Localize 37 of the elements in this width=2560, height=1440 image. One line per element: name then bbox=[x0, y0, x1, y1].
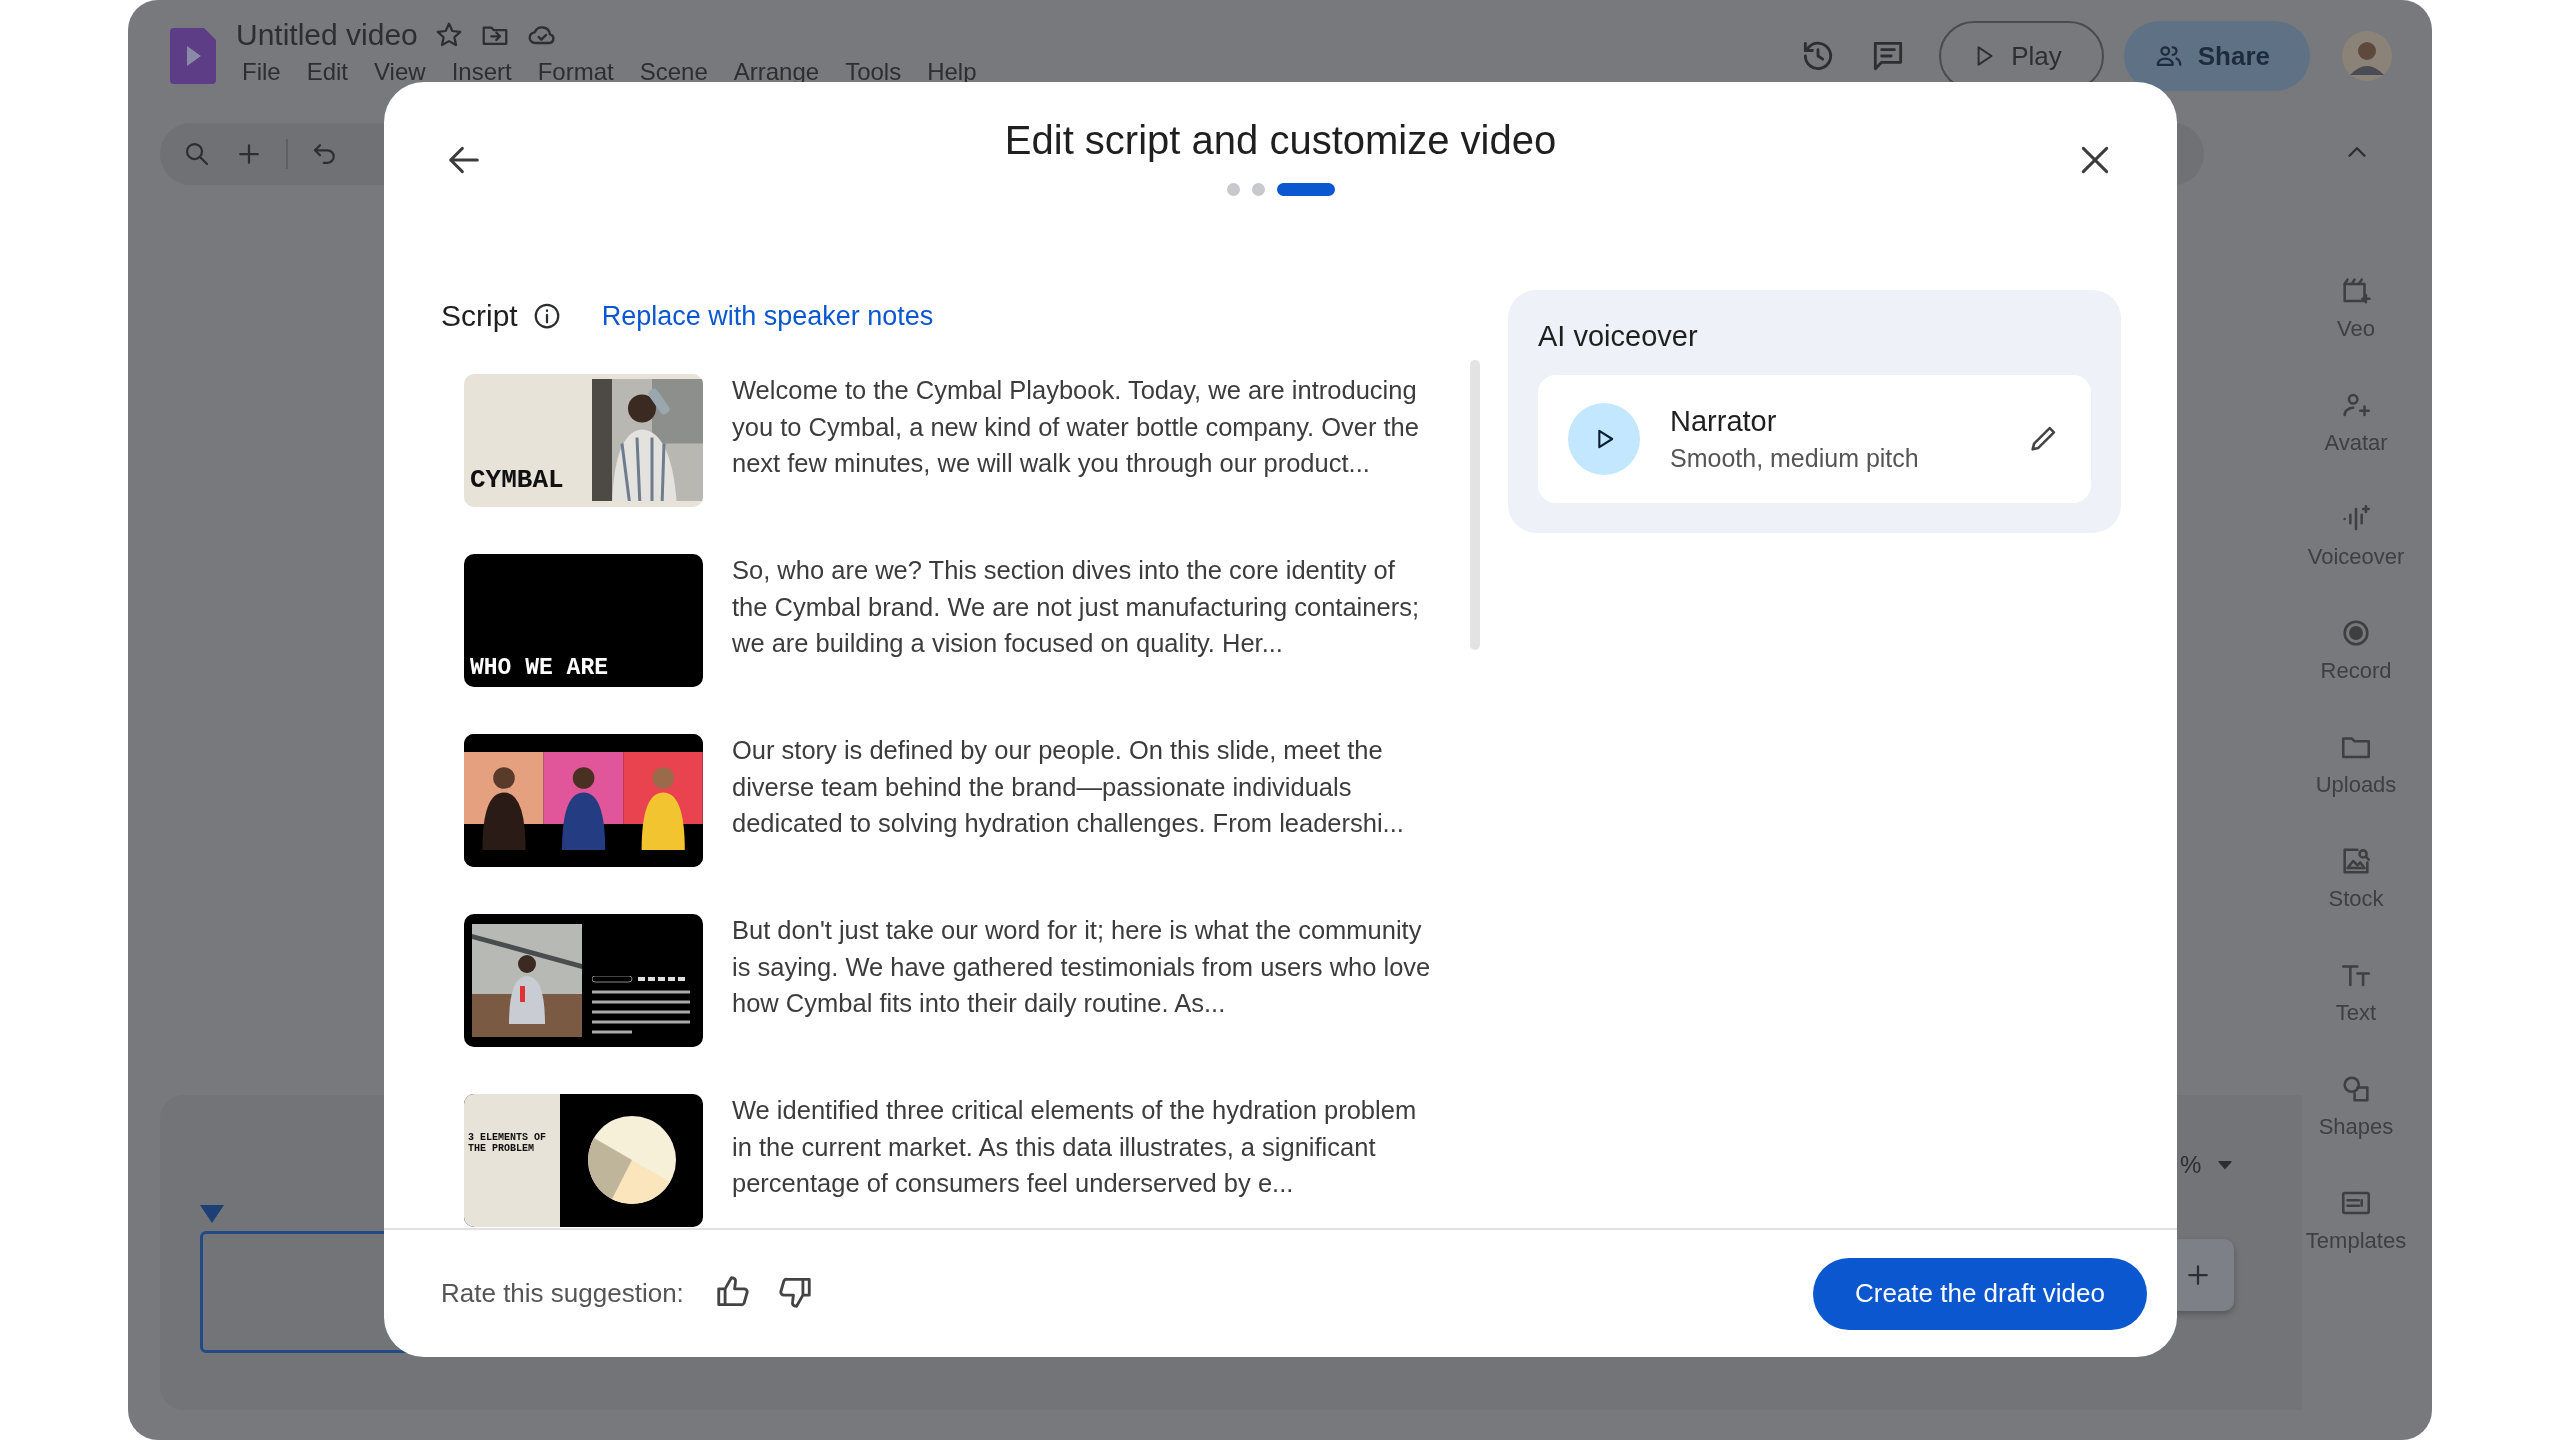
side-panel-item[interactable]: Record bbox=[2296, 616, 2416, 684]
script-text[interactable]: Welcome to the Cymbal Playbook. Today, we are introducing you to Cymbal, a new kind of water bottle company. Over the next few minutes, we will walk you through our product... bbox=[732, 374, 1432, 482]
menu-item[interactable]: File bbox=[242, 58, 281, 86]
script-text[interactable]: But don't just take our word for it; here is what the community is saying. We have gathered testimonials from users who love how Cymbal fits into their daily routine. As... bbox=[732, 912, 1432, 1022]
slide-title: CYMBAL bbox=[469, 465, 565, 497]
dialog-title: Edit script and customize video bbox=[1004, 118, 1557, 163]
menu-item[interactable]: Scene bbox=[639, 58, 708, 86]
menu-item[interactable]: View bbox=[374, 58, 426, 86]
script-label: Script bbox=[441, 299, 518, 333]
side-panel-item[interactable]: Stock bbox=[2296, 844, 2416, 912]
side-panel-item[interactable]: Shapes bbox=[2296, 1072, 2416, 1140]
voice-description: Smooth, medium pitch bbox=[1670, 444, 1920, 473]
side-panel-item[interactable]: Templates bbox=[2296, 1186, 2416, 1254]
side-panel-item[interactable]: Text bbox=[2296, 958, 2416, 1026]
slide-title: WHO WE ARE bbox=[470, 655, 609, 681]
document-title[interactable]: Untitled video bbox=[236, 18, 418, 52]
side-panel-item[interactable]: Voiceover bbox=[2296, 502, 2416, 570]
side-panel-item[interactable]: Uploads bbox=[2296, 730, 2416, 798]
menu-item[interactable]: Edit bbox=[306, 58, 349, 86]
script-text[interactable]: Our story is defined by our people. On this slide, meet the diverse team behind the brand—passionate individuals dedicated to solving hydration challenges. From leadershi... bbox=[732, 732, 1432, 842]
side-panel-item[interactable]: Avatar bbox=[2296, 388, 2416, 456]
create-draft-button[interactable]: Create the draft video bbox=[1812, 1257, 2147, 1330]
share-button[interactable]: Share bbox=[2123, 21, 2310, 91]
replace-link[interactable]: Replace with speaker notes bbox=[601, 300, 934, 332]
menu-item[interactable]: Format bbox=[537, 58, 614, 86]
menu-item[interactable]: Tools bbox=[845, 58, 902, 86]
script-text[interactable]: We identified three critical elements of the hydration problem in the current market. As this data illustrates, a significant percentage of consumers feel underserved by e... bbox=[732, 1092, 1432, 1202]
voice-name: Narrator bbox=[1670, 405, 1778, 438]
side-panel-item[interactable]: Veo bbox=[2296, 274, 2416, 342]
slide-title: 3 ELEMENTS OF THE PROBLEM bbox=[468, 1132, 547, 1154]
menu-item[interactable]: Arrange bbox=[733, 58, 820, 86]
script-text[interactable]: So, who are we? This section dives into the core identity of the Cymbal brand. We are not just manufacturing containers; we are building a vision focused on quality. Her... bbox=[732, 552, 1432, 662]
zoom-level[interactable]: % bbox=[2180, 1151, 2202, 1179]
menu-item[interactable]: Help bbox=[927, 58, 977, 86]
menu-item[interactable]: Insert bbox=[451, 58, 512, 86]
rate-label: Rate this suggestion: bbox=[441, 1278, 684, 1309]
voiceover-title: AI voiceover bbox=[1538, 320, 1699, 353]
